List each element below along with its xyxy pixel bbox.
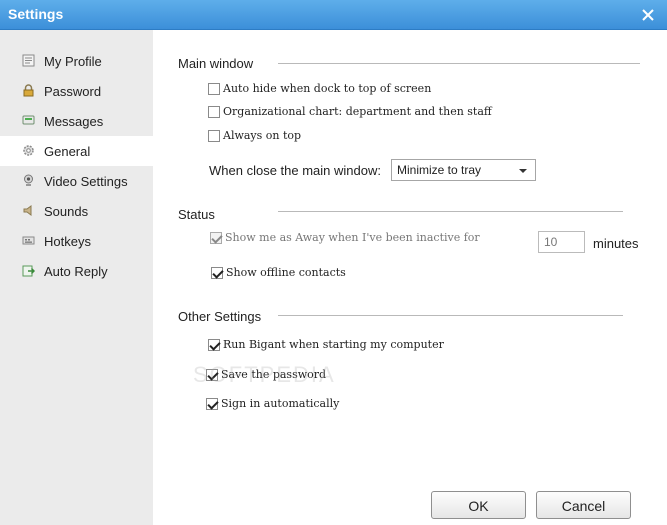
- settings-panel: Main window Auto hide when dock to top o…: [153, 30, 667, 525]
- lock-icon: [23, 84, 34, 97]
- checkbox-label: Always on top: [223, 129, 302, 142]
- button-label: Cancel: [561, 498, 606, 514]
- checkbox-label: Show offline contacts: [226, 266, 346, 279]
- speaker-icon: [23, 205, 32, 216]
- checkbox-box[interactable]: [208, 106, 220, 118]
- sidebar-item-label: My Profile: [44, 54, 102, 69]
- section-divider: [278, 315, 623, 316]
- chevron-down-icon: [519, 169, 527, 173]
- section-title-main-window: Main window: [178, 56, 254, 71]
- sidebar-item-auto-reply[interactable]: Auto Reply: [0, 256, 153, 286]
- checkbox-label: Save the password: [221, 368, 327, 381]
- section-divider: [278, 63, 640, 64]
- checkbox-box[interactable]: [208, 339, 220, 351]
- webcam-icon: [24, 174, 33, 186]
- sidebar-item-video-settings[interactable]: Video Settings: [0, 166, 153, 196]
- checkbox-label: Auto hide when dock to top of screen: [223, 82, 432, 95]
- sidebar-item-messages[interactable]: Messages: [0, 106, 153, 136]
- checkbox-label: Sign in automatically: [221, 397, 340, 410]
- sidebar-item-label: Messages: [44, 114, 104, 129]
- checkbox-box[interactable]: [206, 398, 218, 410]
- sidebar-item-hotkeys[interactable]: Hotkeys: [0, 226, 153, 256]
- sidebar-item-general[interactable]: General: [0, 136, 153, 166]
- sidebar-item-label: General: [44, 144, 91, 159]
- sidebar-item-label: Video Settings: [44, 174, 128, 189]
- title-bar: Settings: [0, 0, 667, 30]
- checkbox-label: Show me as Away when I've been inactive …: [225, 231, 480, 244]
- section-title-status: Status: [178, 207, 215, 222]
- ok-button[interactable]: OK: [431, 491, 526, 519]
- close-behavior-label: When close the main window:: [209, 163, 381, 178]
- window-title: Settings: [8, 6, 64, 22]
- section-divider: [278, 211, 623, 212]
- checkbox-box[interactable]: [208, 130, 220, 142]
- minutes-unit-label: minutes: [593, 236, 639, 251]
- sidebar-item-label: Password: [44, 84, 102, 99]
- sidebar-item-my-profile[interactable]: My Profile: [0, 46, 153, 76]
- checkbox-box[interactable]: [211, 267, 223, 279]
- sidebar-item-label: Auto Reply: [44, 264, 108, 279]
- inactive-minutes-input[interactable]: [538, 231, 585, 253]
- sidebar-item-label: Hotkeys: [44, 234, 91, 249]
- sidebar: My Profile Password Messages General Vid…: [0, 30, 153, 525]
- checkbox-label: Organizational chart: department and the…: [223, 105, 492, 118]
- sidebar-item-label: Sounds: [44, 204, 89, 219]
- keyboard-icon: [22, 236, 35, 245]
- close-icon[interactable]: [639, 6, 657, 24]
- sidebar-item-password[interactable]: Password: [0, 76, 153, 106]
- checkbox-box[interactable]: [208, 83, 220, 95]
- checkbox-box[interactable]: [206, 369, 218, 381]
- reply-icon: [22, 265, 35, 277]
- checkbox-label: Run Bigant when starting my computer: [223, 338, 444, 351]
- close-behavior-select[interactable]: Minimize to tray: [391, 159, 536, 181]
- gear-icon: [23, 145, 34, 156]
- message-icon: [22, 115, 35, 125]
- section-title-other-settings: Other Settings: [178, 309, 262, 324]
- select-value: Minimize to tray: [397, 163, 482, 177]
- checkbox-box[interactable]: [210, 232, 222, 244]
- button-label: OK: [468, 498, 489, 514]
- sidebar-item-sounds[interactable]: Sounds: [0, 196, 153, 226]
- cancel-button[interactable]: Cancel: [536, 491, 631, 519]
- profile-card-icon: [22, 54, 35, 67]
